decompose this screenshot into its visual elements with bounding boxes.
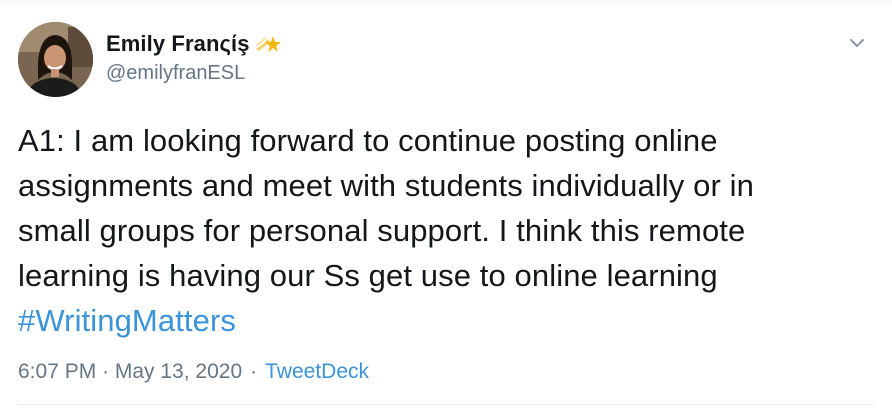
- tweet-text: A1: I am looking forward to continue pos…: [18, 118, 878, 343]
- profile-photo-icon: [18, 22, 93, 97]
- timestamp-link[interactable]: 6:07 PM · May 13, 2020: [18, 360, 242, 384]
- bottom-divider: [18, 404, 874, 405]
- tweet-header: Emily Franςίş @emilyfranESL: [18, 22, 282, 97]
- name-row: Emily Franςίş: [106, 30, 282, 58]
- avatar[interactable]: [18, 22, 93, 97]
- tweet-text-line: small groups for personal support. I thi…: [18, 213, 746, 248]
- meta-separator: ·: [250, 360, 258, 383]
- chevron-down-icon[interactable]: [848, 34, 866, 52]
- shooting-star-icon: [255, 33, 282, 55]
- hashtag-link[interactable]: #WritingMatters: [18, 298, 878, 343]
- tweet-text-line: learning is having our Ss get use to onl…: [18, 258, 718, 293]
- top-divider: [0, 0, 892, 8]
- source-link[interactable]: TweetDeck: [265, 360, 369, 384]
- tweet-card: Emily Franςίş @emilyfranESL A1: I am loo…: [0, 0, 892, 412]
- tweet-meta: 6:07 PM · May 13, 2020 · TweetDeck: [18, 360, 369, 384]
- tweet-text-line: assignments and meet with students indiv…: [18, 168, 754, 203]
- author-identity: Emily Franςίş @emilyfranESL: [106, 30, 282, 85]
- author-handle[interactable]: @emilyfranESL: [106, 62, 282, 85]
- display-name[interactable]: Emily Franςίş: [106, 31, 250, 57]
- tweet-text-line: A1: I am looking forward to continue pos…: [18, 123, 718, 158]
